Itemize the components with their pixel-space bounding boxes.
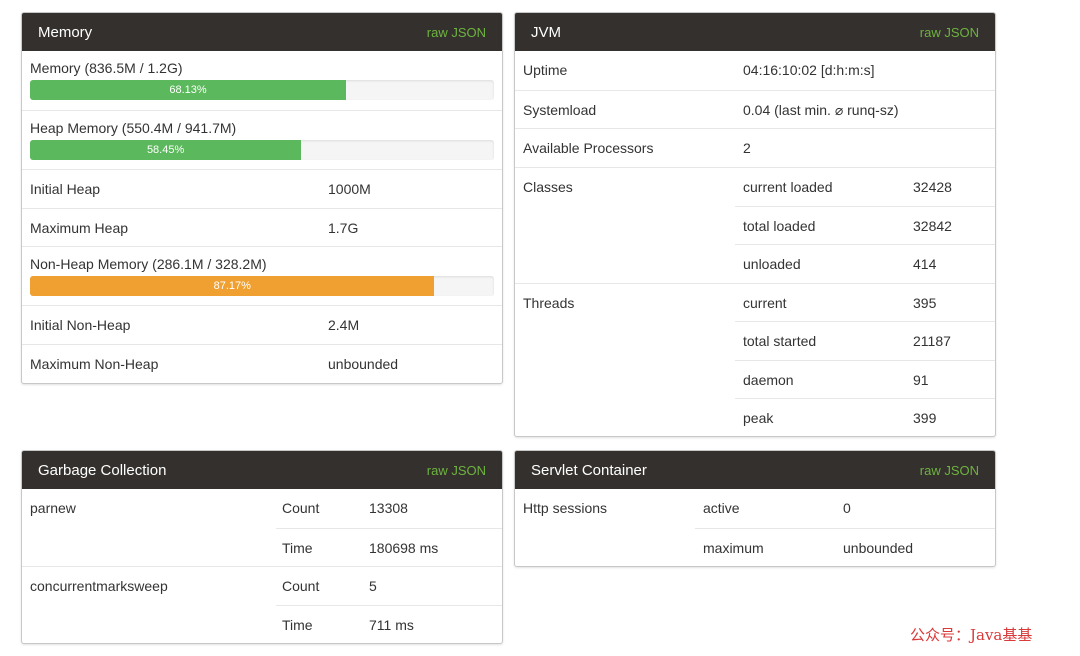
gc-parnew-time-row: Time 180698 ms [276, 528, 502, 566]
threads-total-started-label: total started [743, 333, 817, 349]
classes-unloaded-value: 414 [913, 256, 937, 272]
threads-daemon-label: daemon [743, 372, 794, 388]
classes-current-loaded-label: current loaded [743, 179, 833, 195]
memory-rows: Memory (836.5M / 1.2G) 68.13% Heap Memor… [22, 51, 502, 382]
gc-panel-header: Garbage Collection raw JSON [22, 451, 502, 489]
memory-progress-track: 68.13% [30, 80, 494, 100]
jvm-rows: Uptime 04:16:10:02 [d:h:m:s] Systemload … [515, 51, 995, 437]
processors-label: Available Processors [523, 140, 654, 156]
threads-current-value: 395 [913, 295, 937, 311]
sessions-active-value: 0 [843, 500, 851, 516]
heap-memory-label: Heap Memory (550.4M / 941.7M) [30, 120, 237, 136]
gc-cms-count-label: Count [282, 578, 320, 594]
watermark-text: 公众号：Java基基 [910, 626, 1033, 644]
nonheap-progress-bar: 87.17% [30, 276, 435, 296]
initial-heap-value: 1000M [328, 181, 371, 197]
threads-total-started-value: 21187 [913, 333, 951, 349]
classes-unloaded-row: unloaded 414 [735, 244, 995, 282]
servlet-panel: Servlet Container raw JSON Http sessions… [514, 450, 996, 567]
gc-parnew-name: parnew [30, 500, 76, 516]
gc-raw-json-link[interactable]: raw JSON [427, 463, 486, 478]
uptime-value: 04:16:10:02 [d:h:m:s] [743, 62, 875, 78]
max-nonheap-row: Maximum Non-Heap unbounded [22, 344, 502, 382]
initial-nonheap-value: 2.4M [328, 317, 360, 333]
gc-cms-count-row: Count 5 [276, 566, 502, 604]
servlet-rows: Http sessions active 0 maximum unbounded [515, 489, 995, 567]
jvm-panel: JVM raw JSON Uptime 04:16:10:02 [d:h:m:s… [514, 12, 996, 437]
heap-progress-bar: 58.45% [30, 140, 302, 160]
threads-daemon-row: daemon 91 [735, 360, 995, 398]
gc-cms-time-row: Time 711 ms [276, 605, 502, 643]
threads-total-started-row: total started 21187 [735, 321, 995, 359]
threads-current-label: current [743, 295, 787, 311]
memory-usage-label: Memory (836.5M / 1.2G) [30, 60, 183, 76]
threads-peak-label: peak [743, 410, 774, 426]
jvm-panel-title: JVM [531, 23, 561, 41]
memory-progress-bar: 68.13% [30, 80, 347, 100]
memory-raw-json-link[interactable]: raw JSON [427, 25, 486, 40]
systemload-value: 0.04 (last min. ⌀ runq-sz) [743, 102, 899, 118]
memory-panel-header: Memory raw JSON [22, 13, 502, 51]
max-nonheap-value: unbounded [328, 356, 399, 372]
servlet-raw-json-link[interactable]: raw JSON [920, 463, 979, 478]
uptime-label: Uptime [523, 62, 568, 78]
max-heap-value: 1.7G [328, 220, 359, 236]
classes-label: Classes [523, 179, 573, 195]
threads-label: Threads [523, 295, 575, 311]
systemload-row: Systemload 0.04 (last min. ⌀ runq-sz) [515, 90, 995, 128]
heap-memory-row: Heap Memory (550.4M / 941.7M) 58.45% [22, 110, 502, 169]
gc-parnew-time-label: Time [282, 540, 313, 556]
max-heap-label: Maximum Heap [30, 220, 129, 236]
processors-row: Available Processors 2 [515, 128, 995, 166]
gc-cms-time-label: Time [282, 617, 313, 633]
sessions-maximum-row: maximum unbounded [695, 528, 995, 566]
threads-daemon-value: 91 [913, 372, 929, 388]
threads-peak-row: peak 399 [735, 398, 995, 436]
heap-progress-track: 58.45% [30, 140, 494, 160]
sessions-active-row: active 0 [695, 489, 995, 527]
gc-cms-count-value: 5 [369, 578, 377, 594]
memory-panel: Memory raw JSON Memory (836.5M / 1.2G) 6… [21, 12, 503, 384]
sessions-maximum-value: unbounded [843, 540, 914, 556]
classes-total-loaded-row: total loaded 32842 [735, 206, 995, 244]
sessions-active-label: active [703, 500, 740, 516]
gc-parnew-count-value: 13308 [369, 500, 408, 516]
initial-heap-label: Initial Heap [30, 181, 101, 197]
memory-usage-row: Memory (836.5M / 1.2G) 68.13% [22, 51, 502, 110]
systemload-label: Systemload [523, 102, 597, 118]
processors-value: 2 [743, 140, 751, 156]
jvm-raw-json-link[interactable]: raw JSON [920, 25, 979, 40]
threads-peak-value: 399 [913, 410, 937, 426]
gc-rows: parnew Count 13308 Time 180698 ms concur… [22, 489, 502, 644]
nonheap-progress-track: 87.17% [30, 276, 494, 296]
max-nonheap-label: Maximum Non-Heap [30, 356, 159, 372]
classes-total-loaded-label: total loaded [743, 218, 816, 234]
gc-parnew-time-value: 180698 ms [369, 540, 439, 556]
http-sessions-label: Http sessions [523, 500, 608, 516]
classes-unloaded-label: unloaded [743, 256, 801, 272]
gc-parnew-count-label: Count [282, 500, 320, 516]
memory-panel-title: Memory [38, 23, 93, 41]
sessions-maximum-label: maximum [703, 540, 764, 556]
uptime-row: Uptime 04:16:10:02 [d:h:m:s] [515, 51, 995, 89]
classes-current-loaded-value: 32428 [913, 179, 952, 195]
servlet-panel-header: Servlet Container raw JSON [515, 451, 995, 489]
nonheap-memory-label: Non-Heap Memory (286.1M / 328.2M) [30, 256, 267, 272]
initial-nonheap-row: Initial Non-Heap 2.4M [22, 305, 502, 344]
gc-cms-time-value: 711 ms [369, 617, 414, 633]
gc-cms-name: concurrentmarksweep [30, 578, 168, 594]
initial-heap-row: Initial Heap 1000M [22, 169, 502, 208]
classes-total-loaded-value: 32842 [913, 218, 952, 234]
gc-panel-title: Garbage Collection [38, 461, 167, 479]
gc-panel: Garbage Collection raw JSON parnew Count… [21, 450, 503, 644]
jvm-panel-header: JVM raw JSON [515, 13, 995, 51]
threads-current-row: current 395 [735, 283, 995, 321]
max-heap-row: Maximum Heap 1.7G [22, 208, 502, 246]
initial-nonheap-label: Initial Non-Heap [30, 317, 131, 333]
gc-parnew-count-row: Count 13308 [276, 489, 502, 527]
nonheap-memory-row: Non-Heap Memory (286.1M / 328.2M) 87.17% [22, 246, 502, 305]
classes-current-loaded-row: current loaded 32428 [735, 167, 995, 205]
servlet-panel-title: Servlet Container [531, 461, 647, 479]
